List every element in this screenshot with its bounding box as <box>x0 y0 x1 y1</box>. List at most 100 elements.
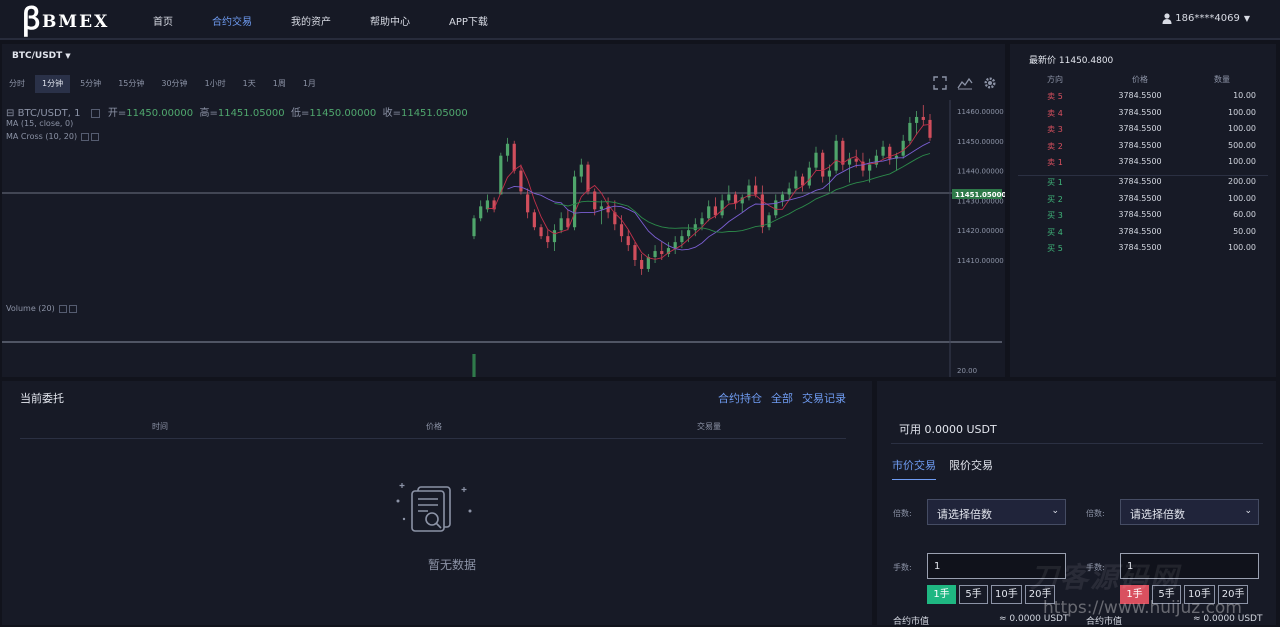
interval-1hour[interactable]: 1小时 <box>198 75 233 93</box>
buy-leverage-select[interactable]: 请选择倍数⌄ <box>927 499 1066 525</box>
available-balance: 可用 0.0000 USDT <box>899 421 997 437</box>
bid-row[interactable]: 买 33784.550060.00 <box>1010 210 1276 221</box>
nav-help-center[interactable]: 帮助中心 <box>370 13 410 28</box>
buy-lots-label: 手数: <box>893 562 912 573</box>
main-nav: 首页 合约交易 我的资产 帮助中心 APP下载 <box>153 0 527 40</box>
candle-body <box>479 206 482 218</box>
ask-row[interactable]: 卖 13784.5500100.00 <box>1010 157 1276 168</box>
qty: 100.00 <box>1180 157 1256 168</box>
settings-icon[interactable] <box>81 133 89 141</box>
open-value: 11450.00000 <box>126 108 193 119</box>
empty-documents-icon <box>392 479 476 541</box>
candle-body <box>513 144 516 171</box>
side: 买 5 <box>1010 243 1100 254</box>
candle-body <box>928 120 931 138</box>
bid-row[interactable]: 买 43784.550050.00 <box>1010 227 1276 238</box>
ask-row[interactable]: 卖 33784.5500100.00 <box>1010 124 1276 135</box>
ohlc-legend: ⊟ BTC/USDT, 1 开=11450.00000 高=11451.0500… <box>6 104 468 119</box>
interval-1week[interactable]: 1周 <box>266 75 293 93</box>
caret-down-icon: ▼ <box>1244 14 1250 23</box>
indicators-icon[interactable] <box>957 76 973 90</box>
ma-indicator-label: MA (15, close, 0) <box>6 119 73 128</box>
orders-title: 当前委托 <box>20 390 64 406</box>
candle-body <box>794 177 797 189</box>
pair-selector[interactable]: BTC/USDT▼ <box>12 51 71 61</box>
last-price-label: 最新价 <box>1029 56 1056 66</box>
candle-body <box>593 191 596 209</box>
ask-row[interactable]: 卖 43784.5500100.00 <box>1010 108 1276 119</box>
candle-body <box>922 117 925 120</box>
fullscreen-icon[interactable] <box>933 76 947 90</box>
nav-home[interactable]: 首页 <box>153 13 173 28</box>
candle-body <box>767 215 770 227</box>
interval-tabs: 分时 1分钟 5分钟 15分钟 30分钟 1小时 1天 1周 1月 <box>2 75 326 93</box>
qty: 500.00 <box>1180 141 1256 152</box>
candle-body <box>620 224 623 236</box>
low-label: 低= <box>291 108 309 119</box>
watermark-text: 刀客源码网 <box>1030 556 1180 596</box>
candle-body <box>653 251 656 257</box>
user-name: 186****4069 <box>1175 13 1240 24</box>
candle-body <box>721 200 724 215</box>
logo-text: BMEX <box>42 12 109 32</box>
candle-body <box>633 245 636 260</box>
tab-limit-trade[interactable]: 限价交易 <box>949 457 993 480</box>
current-orders-panel: 当前委托 合约持仓 全部 交易记录 时间 价格 交易量 暂无数据 <box>2 381 872 625</box>
interval-timeline[interactable]: 分时 <box>2 75 32 93</box>
sell-leverage-select[interactable]: 请选择倍数 ⌄ <box>1120 499 1259 525</box>
bid-row[interactable]: 买 13784.5500200.00 <box>1010 177 1276 188</box>
interval-30min[interactable]: 30分钟 <box>154 75 194 93</box>
candle-body <box>868 165 871 171</box>
nav-app-download[interactable]: APP下载 <box>449 13 488 28</box>
col-direction: 方向 <box>1010 74 1100 85</box>
nav-contract-trading[interactable]: 合约交易 <box>212 13 252 28</box>
trade-history-link[interactable]: 交易记录 <box>802 390 846 406</box>
candle-body <box>580 165 583 177</box>
bid-row[interactable]: 买 23784.5500100.00 <box>1010 194 1276 205</box>
interval-5min[interactable]: 5分钟 <box>73 75 108 93</box>
buy-lot-10[interactable]: 10手 <box>991 585 1022 604</box>
ask-row[interactable]: 卖 53784.550010.00 <box>1010 91 1276 102</box>
side: 卖 1 <box>1010 157 1100 168</box>
bid-row[interactable]: 买 53784.5500100.00 <box>1010 243 1276 254</box>
interval-15min[interactable]: 15分钟 <box>111 75 151 93</box>
candle-body <box>754 186 757 195</box>
eye-icon[interactable] <box>91 109 100 118</box>
tab-market-trade[interactable]: 市价交易 <box>892 457 936 480</box>
candle-body <box>902 141 905 156</box>
gear-icon[interactable] <box>983 76 997 90</box>
interval-1month[interactable]: 1月 <box>296 75 323 93</box>
ask-row[interactable]: 卖 23784.5500500.00 <box>1010 141 1276 152</box>
positions-link[interactable]: 合约持仓 <box>718 390 762 406</box>
ma-label: MA (15, close, 0) <box>6 119 73 128</box>
candle-body <box>801 177 804 186</box>
logo-mark: ꞵ <box>22 6 41 34</box>
candle-body <box>808 168 811 186</box>
open-label: 开= <box>108 108 126 119</box>
buy-leverage-label: 倍数: <box>893 508 912 519</box>
interval-1min[interactable]: 1分钟 <box>35 75 70 93</box>
interval-1day[interactable]: 1天 <box>236 75 263 93</box>
user-menu[interactable]: 186****4069 ▼ <box>1162 13 1250 24</box>
logo[interactable]: ꞵ BMEX <box>22 6 109 34</box>
candle-body <box>533 212 536 227</box>
volume-tick-label: 20.00 <box>957 367 977 375</box>
candle-body <box>700 218 703 224</box>
chevron-down-icon: ⌄ <box>1244 506 1252 516</box>
candle-body <box>841 141 844 165</box>
candle-body <box>560 218 563 230</box>
close-icon[interactable] <box>69 305 77 313</box>
settings-icon[interactable] <box>59 305 67 313</box>
buy-lot-5[interactable]: 5手 <box>959 585 988 604</box>
all-link[interactable]: 全部 <box>771 390 793 406</box>
sell-leverage-value: 请选择倍数 <box>1130 508 1185 521</box>
side: 买 4 <box>1010 227 1100 238</box>
collapse-icon[interactable]: ⊟ <box>6 108 14 119</box>
buy-lot-1[interactable]: 1手 <box>927 585 956 604</box>
qty: 100.00 <box>1180 194 1256 205</box>
candle-body <box>788 188 791 194</box>
nav-my-assets[interactable]: 我的资产 <box>291 13 331 28</box>
close-icon[interactable] <box>91 133 99 141</box>
ohlc-symbol: BTC/USDT, 1 <box>18 108 81 119</box>
candlestick-chart[interactable]: 11460.0000011450.0000011440.0000011430.0… <box>2 100 1005 377</box>
